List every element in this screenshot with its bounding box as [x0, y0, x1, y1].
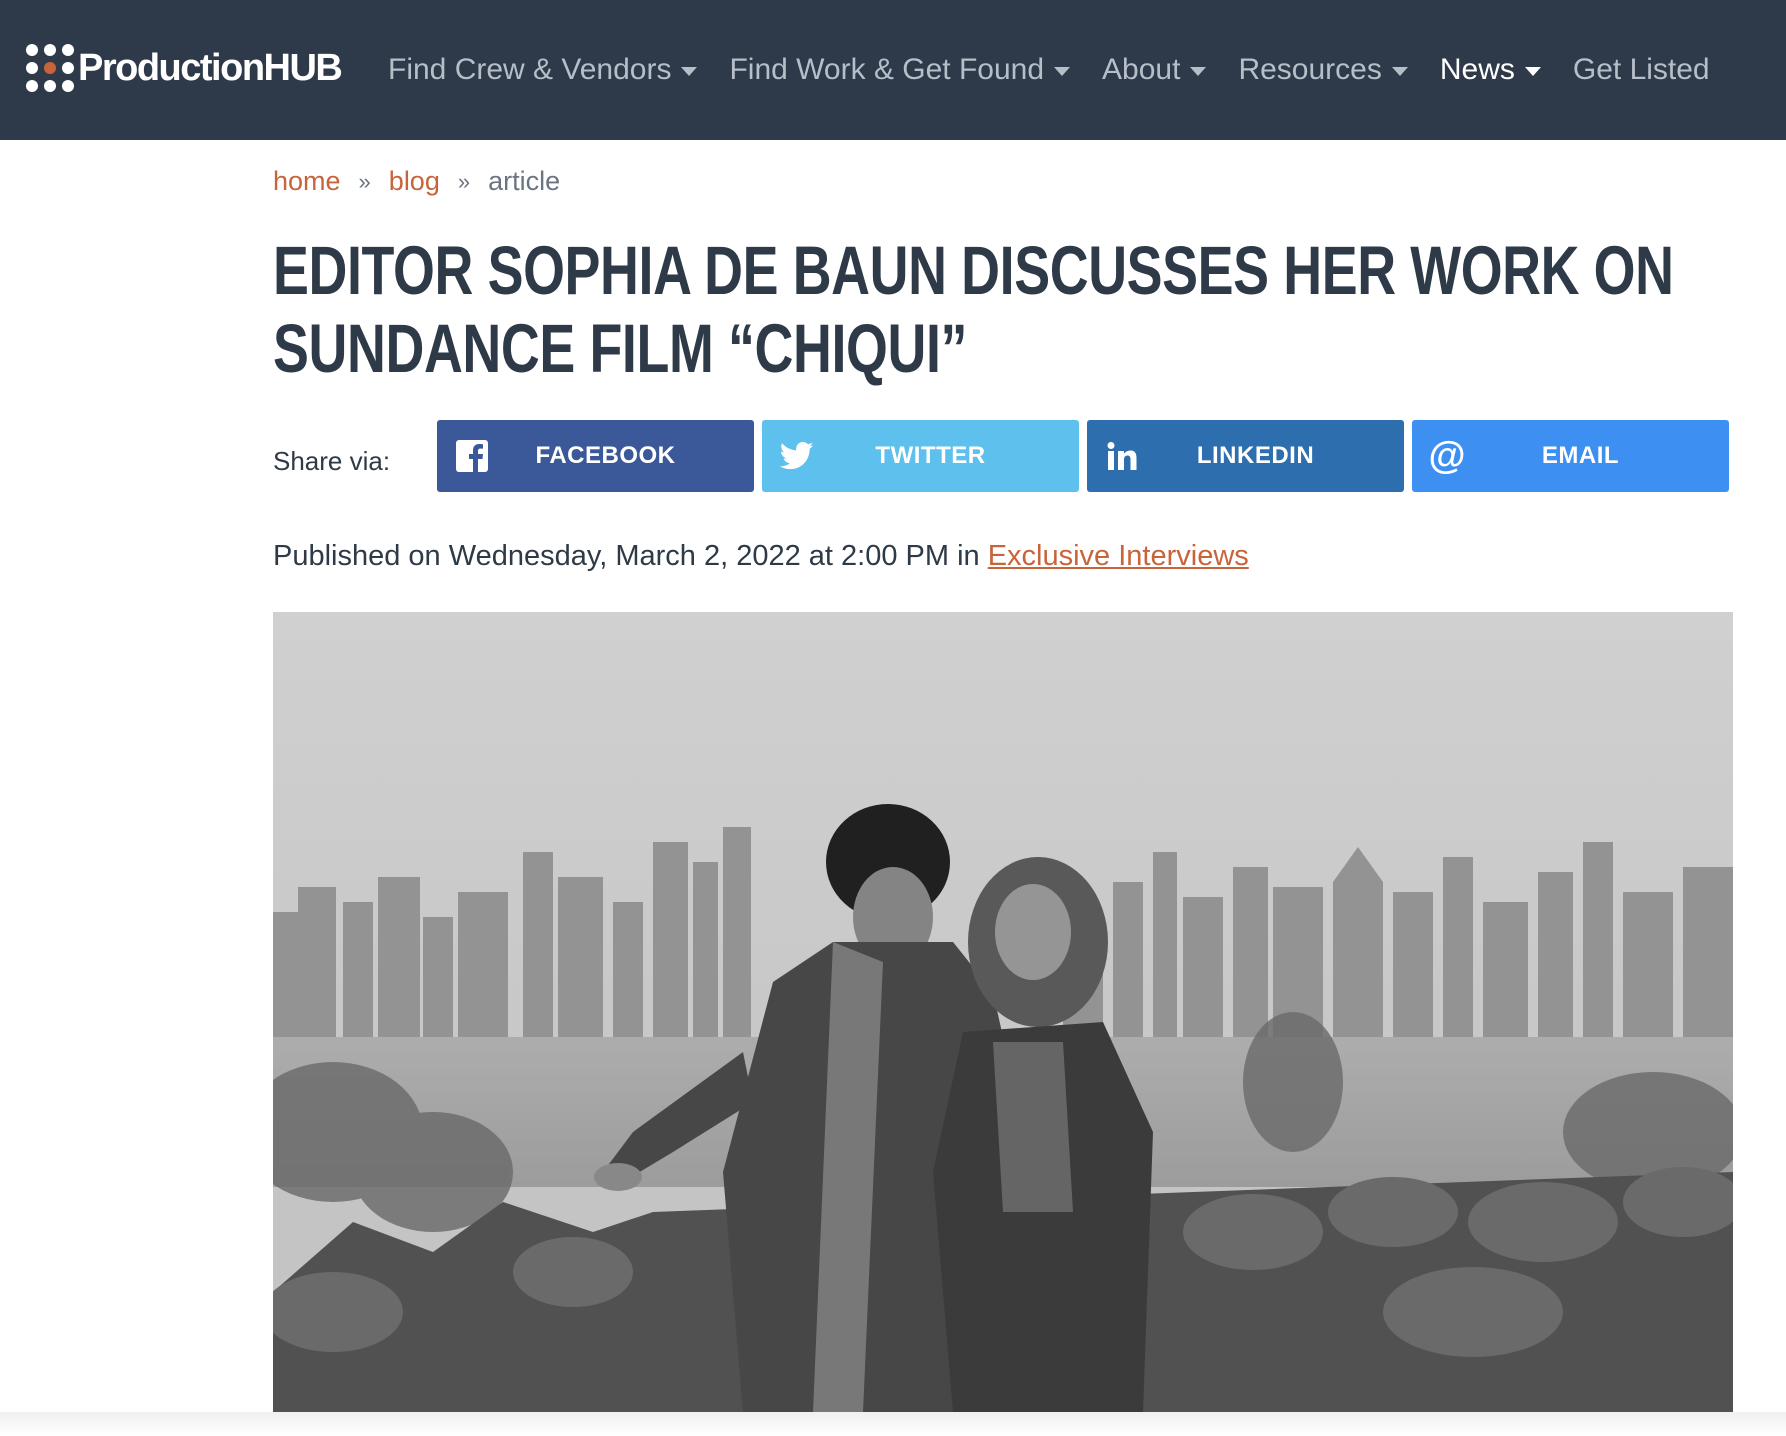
caret-down-icon — [1524, 66, 1541, 76]
nav-about[interactable]: About — [1102, 53, 1207, 87]
share-button-label: LINKEDIN — [1196, 442, 1315, 469]
nav-find-work-get-found[interactable]: Find Work & Get Found — [729, 53, 1071, 87]
linkedin-icon — [1087, 441, 1157, 471]
share-label: Share via: — [273, 446, 391, 476]
breadcrumb-home-link[interactable]: home — [273, 166, 341, 197]
nav-item-label: Find Work & Get Found — [729, 53, 1045, 86]
nav-resources[interactable]: Resources — [1238, 53, 1408, 87]
share-button-label: FACEBOOK — [535, 442, 676, 469]
nav-item-label: Get Listed — [1572, 53, 1710, 86]
breadcrumb-blog-link[interactable]: blog — [389, 166, 440, 197]
breadcrumb-separator: » — [358, 168, 371, 194]
logo-dots-icon — [26, 44, 74, 92]
caret-down-icon — [1054, 66, 1071, 76]
share-button-label: TWITTER — [875, 442, 986, 469]
nav-item-label: About — [1102, 53, 1181, 86]
nav-item-label: Find Crew & Vendors — [388, 53, 672, 86]
category-link[interactable]: Exclusive Interviews — [988, 540, 1249, 572]
share-twitter-button[interactable]: TWITTER — [762, 420, 1079, 492]
twitter-icon — [762, 441, 832, 471]
nav-news[interactable]: News — [1440, 53, 1541, 87]
published-info: Published on Wednesday, March 2, 2022 at… — [273, 540, 1249, 573]
article-hero-image — [273, 612, 1733, 1412]
nav-item-label: News — [1439, 53, 1515, 86]
caret-down-icon — [681, 66, 698, 76]
share-linkedin-button[interactable]: LINKEDIN — [1087, 420, 1404, 492]
nav-item-label: Resources — [1238, 53, 1382, 86]
logo-text: ProductionHUB — [78, 46, 343, 89]
breadcrumb-current: article — [488, 166, 561, 196]
share-button-label: EMAIL — [1541, 442, 1620, 469]
article-title: EDITOR SOPHIA DE BAUN DISCUSSES HER WORK… — [273, 232, 1674, 387]
facebook-icon — [437, 439, 507, 473]
share-email-button[interactable]: @ EMAIL — [1412, 420, 1729, 492]
productionhub-logo[interactable]: ProductionHUB — [26, 44, 343, 92]
caret-down-icon — [1391, 66, 1408, 76]
share-facebook-button[interactable]: FACEBOOK — [437, 420, 754, 492]
breadcrumb: home » blog » article — [273, 166, 560, 197]
at-icon: @ — [1428, 434, 1466, 477]
top-navigation-bar: ProductionHUB Find Crew & Vendors Find W… — [0, 0, 1786, 140]
page-fold-shadow — [0, 1412, 1786, 1436]
main-nav: Find Crew & Vendors Find Work & Get Foun… — [388, 0, 1742, 140]
breadcrumb-separator: » — [457, 168, 471, 194]
caret-down-icon — [1190, 66, 1207, 76]
nav-find-crew-vendors[interactable]: Find Crew & Vendors — [388, 53, 698, 87]
published-date-text: Published on Wednesday, March 2, 2022 at… — [273, 540, 988, 572]
nav-get-listed[interactable]: Get Listed — [1573, 53, 1710, 87]
